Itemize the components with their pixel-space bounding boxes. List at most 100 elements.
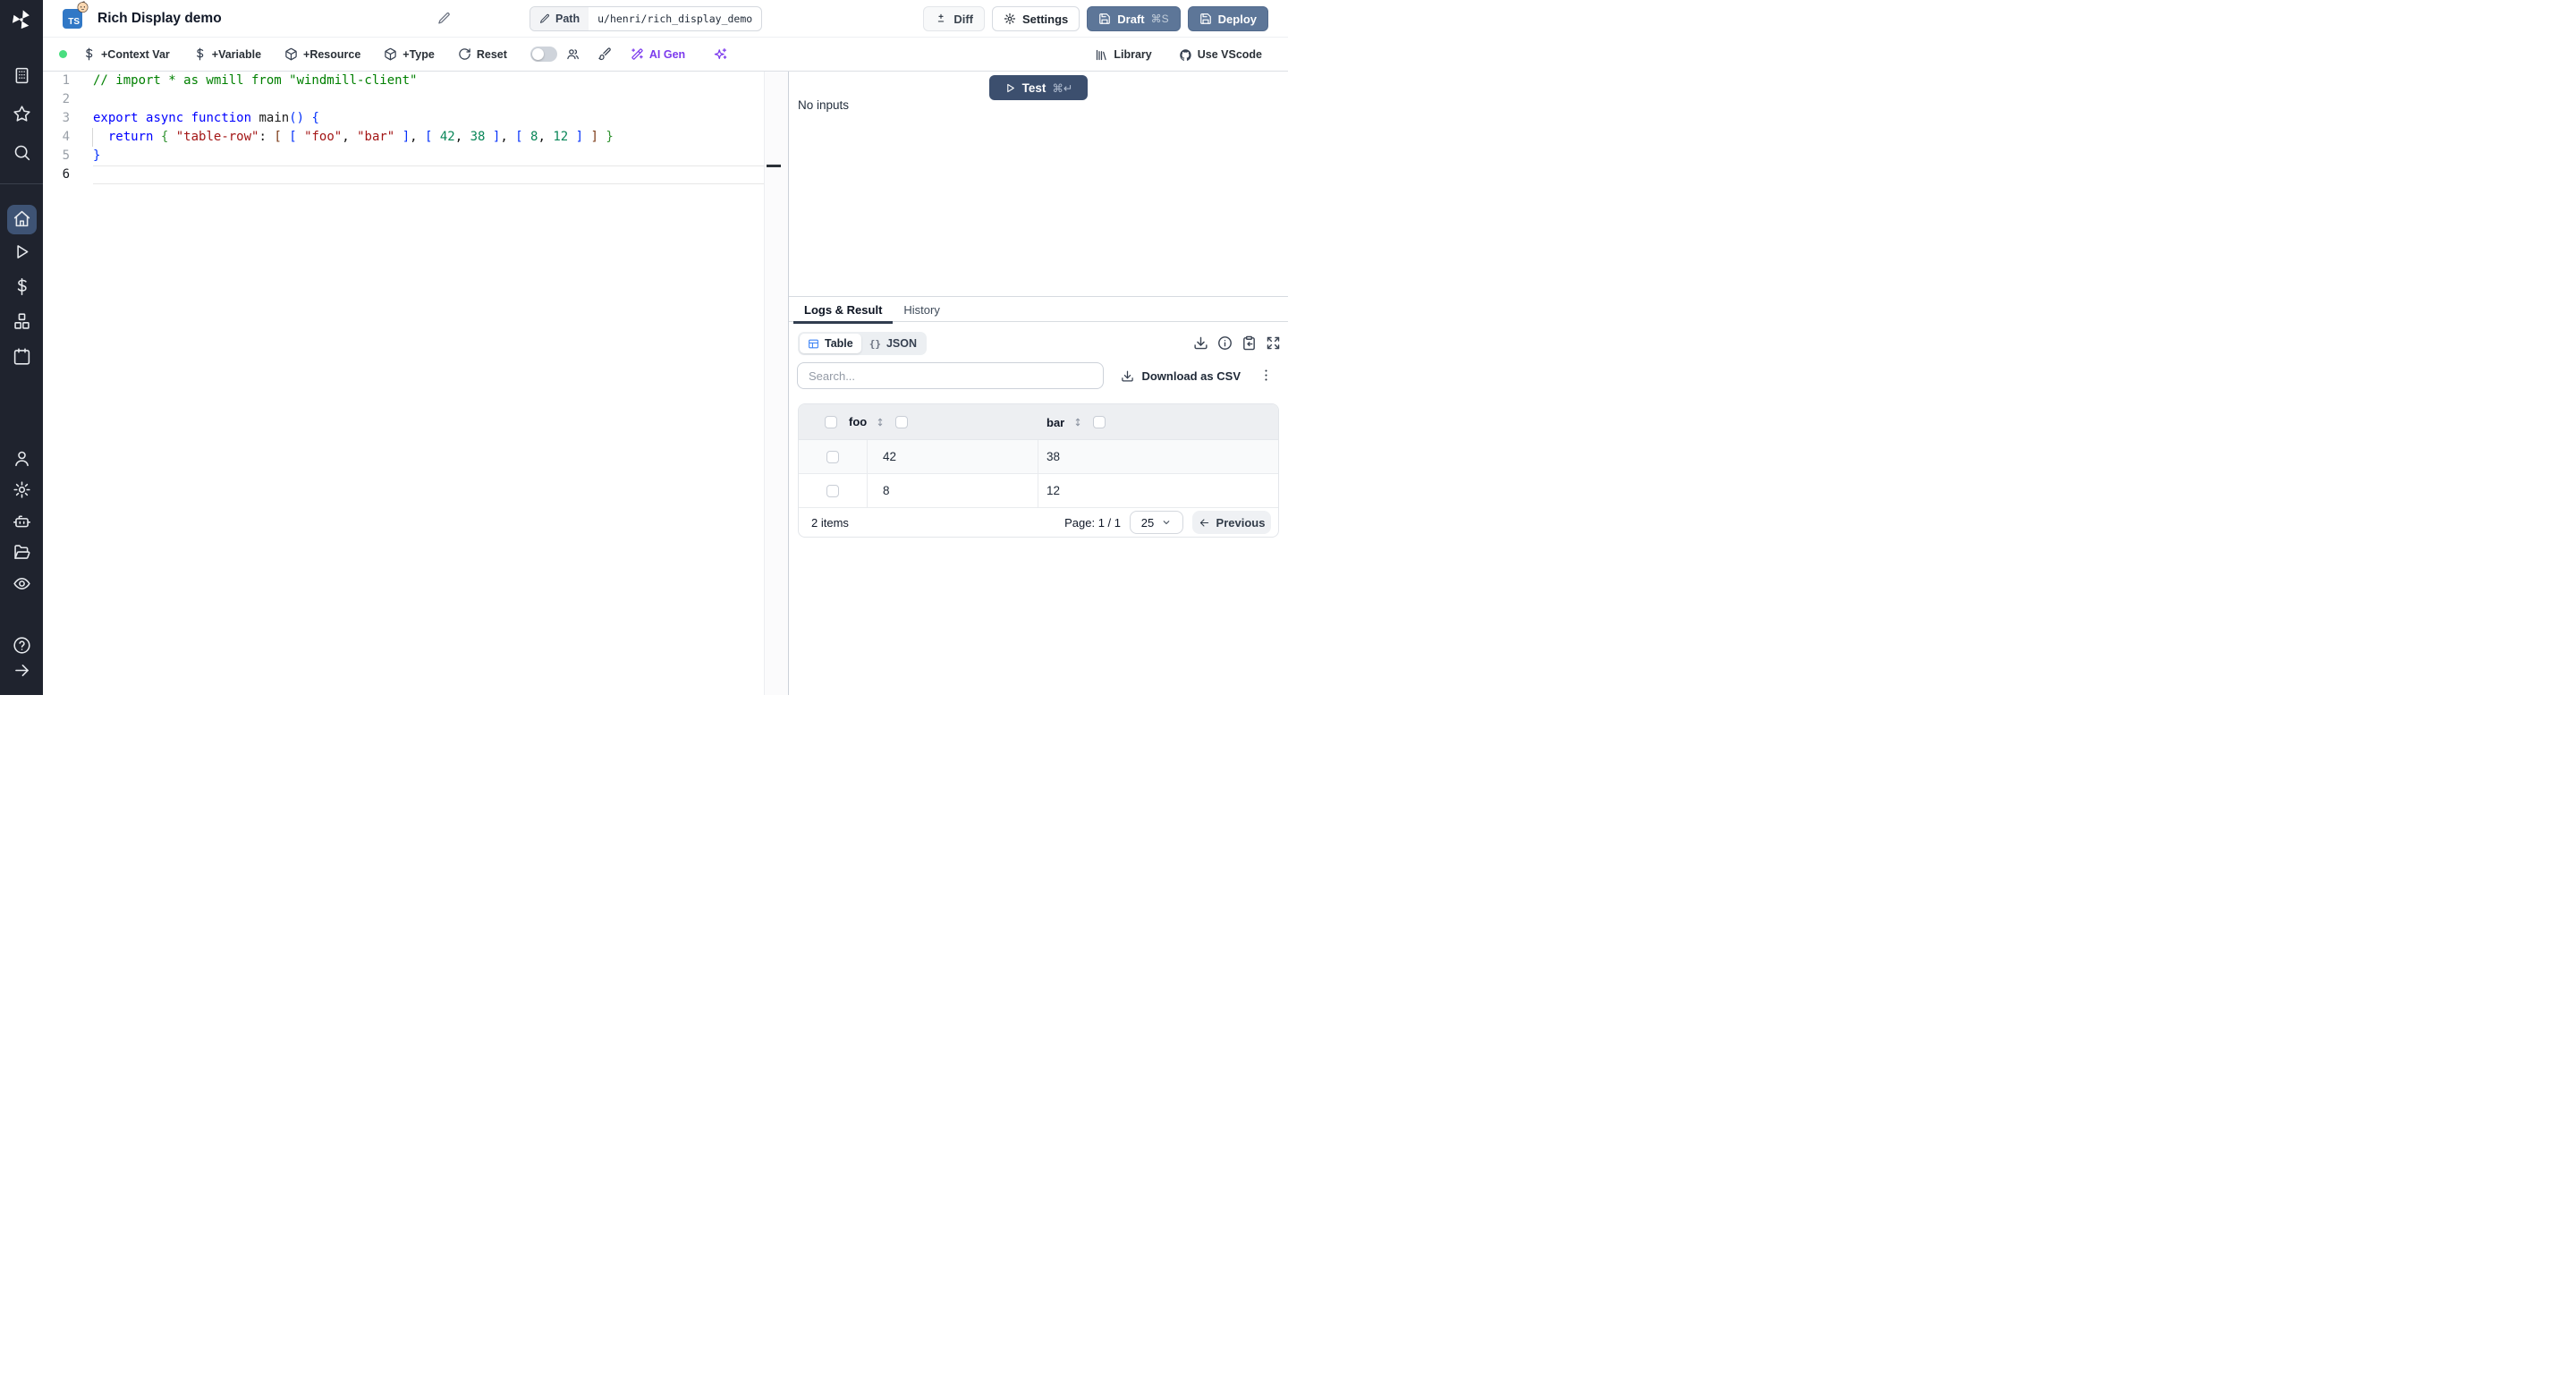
pagination: Page: 1 / 1 25 Previous bbox=[1064, 511, 1271, 534]
line-number: 3 bbox=[62, 111, 70, 125]
deploy-button[interactable]: Deploy bbox=[1187, 6, 1268, 31]
ai-gen-button[interactable]: AI Gen bbox=[631, 47, 685, 61]
line-number: 5 bbox=[62, 148, 70, 163]
test-button[interactable]: Test ⌘↵ bbox=[989, 75, 1088, 100]
view-toggle-json-label: JSON bbox=[886, 337, 918, 350]
result-view-controls: Table {} JSON bbox=[789, 332, 1288, 355]
code-line[interactable]: export async function main() { bbox=[93, 109, 764, 128]
row-checkbox[interactable] bbox=[826, 450, 839, 463]
expand-result-button[interactable] bbox=[1265, 335, 1281, 352]
download-icon bbox=[1122, 370, 1134, 381]
sidebar-item-help[interactable] bbox=[11, 636, 32, 657]
sort-bar-icon[interactable] bbox=[1072, 416, 1083, 428]
result-action-icons bbox=[1192, 335, 1281, 352]
run-section: Test ⌘↵ No inputs bbox=[789, 72, 1288, 296]
dollar-icon bbox=[86, 47, 93, 61]
edit-title-pencil-icon[interactable] bbox=[437, 12, 452, 26]
code-line[interactable] bbox=[93, 165, 764, 184]
sidebar-item-users[interactable] bbox=[11, 449, 32, 470]
previous-label: Previous bbox=[1216, 515, 1266, 530]
library-button[interactable]: Library bbox=[1095, 48, 1152, 62]
column-header-foo: foo bbox=[837, 415, 909, 428]
download-result-button[interactable] bbox=[1192, 335, 1208, 352]
windmill-logo-icon[interactable] bbox=[10, 8, 33, 31]
row-checkbox-cell bbox=[799, 474, 868, 507]
sidebar-item-audit-logs[interactable] bbox=[11, 574, 32, 596]
column-foo-checkbox[interactable] bbox=[895, 415, 909, 428]
line-number: 1 bbox=[62, 73, 70, 88]
code-line[interactable]: return { "table-row": [ [ "foo", "bar" ]… bbox=[93, 128, 764, 147]
calendar-icon bbox=[13, 347, 31, 369]
result-info-button[interactable] bbox=[1216, 335, 1233, 352]
sidebar-item-folders[interactable] bbox=[11, 543, 32, 564]
add-variable-button[interactable]: +Variable bbox=[193, 47, 261, 61]
toggle-switch[interactable] bbox=[530, 47, 557, 62]
sidebar-item-favorites[interactable] bbox=[11, 105, 32, 126]
sidebar-item-variables[interactable] bbox=[11, 277, 32, 299]
folder-open-icon bbox=[13, 543, 31, 564]
tab-logs-result[interactable]: Logs & Result bbox=[793, 297, 894, 324]
settings-button[interactable]: Settings bbox=[992, 6, 1080, 31]
code-line[interactable]: // import * as wmill from "windmill-clie… bbox=[93, 72, 764, 90]
dollar-icon bbox=[13, 277, 31, 299]
reset-icon bbox=[459, 48, 470, 60]
editor-gutter: 1 2 3 4 5 6 bbox=[43, 72, 93, 184]
sidebar-group-bottom bbox=[0, 636, 43, 682]
download-csv-button[interactable]: Download as CSV bbox=[1121, 369, 1241, 383]
tab-history[interactable]: History bbox=[893, 297, 950, 322]
row-checkbox[interactable] bbox=[826, 484, 839, 497]
code-line[interactable]: } bbox=[93, 147, 764, 165]
users-icon bbox=[567, 49, 579, 60]
gear-icon bbox=[13, 480, 31, 502]
column-label-bar: bar bbox=[1046, 415, 1065, 429]
page-label: Page: 1 / 1 bbox=[1064, 515, 1121, 530]
path-button[interactable]: Path u/henri/rich_display_demo bbox=[530, 6, 763, 31]
column-bar-checkbox[interactable] bbox=[1093, 416, 1106, 428]
bot-icon bbox=[13, 512, 31, 533]
sidebar-group-top bbox=[0, 66, 43, 165]
line-number: 2 bbox=[62, 92, 70, 106]
search-input[interactable] bbox=[797, 362, 1104, 389]
add-type-button[interactable]: +Type bbox=[384, 47, 435, 61]
sidebar-expand-button[interactable] bbox=[11, 661, 32, 682]
diff-button[interactable]: Diff bbox=[923, 6, 985, 31]
sidebar-item-settings[interactable] bbox=[11, 480, 32, 502]
cell-bar: 38 bbox=[1046, 450, 1061, 463]
table-row: 8 12 bbox=[799, 474, 1278, 508]
editor-cursor-mark bbox=[767, 165, 781, 167]
cell-foo: 8 bbox=[868, 474, 1038, 507]
sidebar-item-workspace[interactable] bbox=[11, 66, 32, 88]
sidebar-item-search[interactable] bbox=[11, 143, 32, 165]
code-editor[interactable]: 1 2 3 4 5 6 // import * as wmill from "windmi… bbox=[43, 72, 788, 695]
use-vscode-button[interactable]: Use VScode bbox=[1179, 48, 1262, 62]
diff-mode-toggle-group bbox=[530, 47, 580, 62]
copy-result-button[interactable] bbox=[1241, 335, 1257, 352]
select-all-checkbox[interactable] bbox=[825, 415, 837, 428]
sort-foo-icon[interactable] bbox=[875, 416, 886, 428]
table-menu-kebab[interactable] bbox=[1258, 368, 1274, 384]
sidebar-item-resources[interactable] bbox=[11, 312, 32, 334]
reset-button[interactable]: Reset bbox=[458, 47, 507, 61]
add-context-var-button[interactable]: +Context Var bbox=[82, 47, 170, 61]
add-context-var-label: +Context Var bbox=[101, 47, 170, 61]
sidebar-item-workers[interactable] bbox=[11, 512, 32, 533]
sidebar-item-schedules[interactable] bbox=[11, 347, 32, 369]
arrow-right-icon bbox=[13, 661, 31, 682]
view-toggle-table[interactable]: Table bbox=[800, 334, 861, 353]
page-size-select[interactable]: 25 bbox=[1130, 511, 1183, 534]
ai-sparkles-button[interactable] bbox=[714, 47, 727, 61]
sparkles-icon bbox=[715, 47, 727, 60]
header: TS Rich Display demo Path u/henri/rich_d… bbox=[43, 0, 1288, 38]
code-line[interactable] bbox=[93, 90, 764, 109]
draft-button[interactable]: Draft ⌘S bbox=[1087, 6, 1181, 31]
previous-page-button[interactable]: Previous bbox=[1192, 511, 1271, 534]
column-label-foo: foo bbox=[849, 415, 868, 428]
user-icon bbox=[13, 449, 31, 470]
editor-code-area[interactable]: // import * as wmill from "windmill-clie… bbox=[93, 72, 764, 184]
view-toggle-group: Table {} JSON bbox=[798, 332, 928, 355]
add-resource-button[interactable]: +Resource bbox=[284, 47, 360, 61]
view-toggle-json[interactable]: {} JSON bbox=[861, 334, 925, 353]
sidebar-item-runs[interactable] bbox=[11, 242, 32, 264]
sidebar-item-home[interactable] bbox=[6, 205, 37, 234]
format-button[interactable] bbox=[597, 47, 611, 61]
